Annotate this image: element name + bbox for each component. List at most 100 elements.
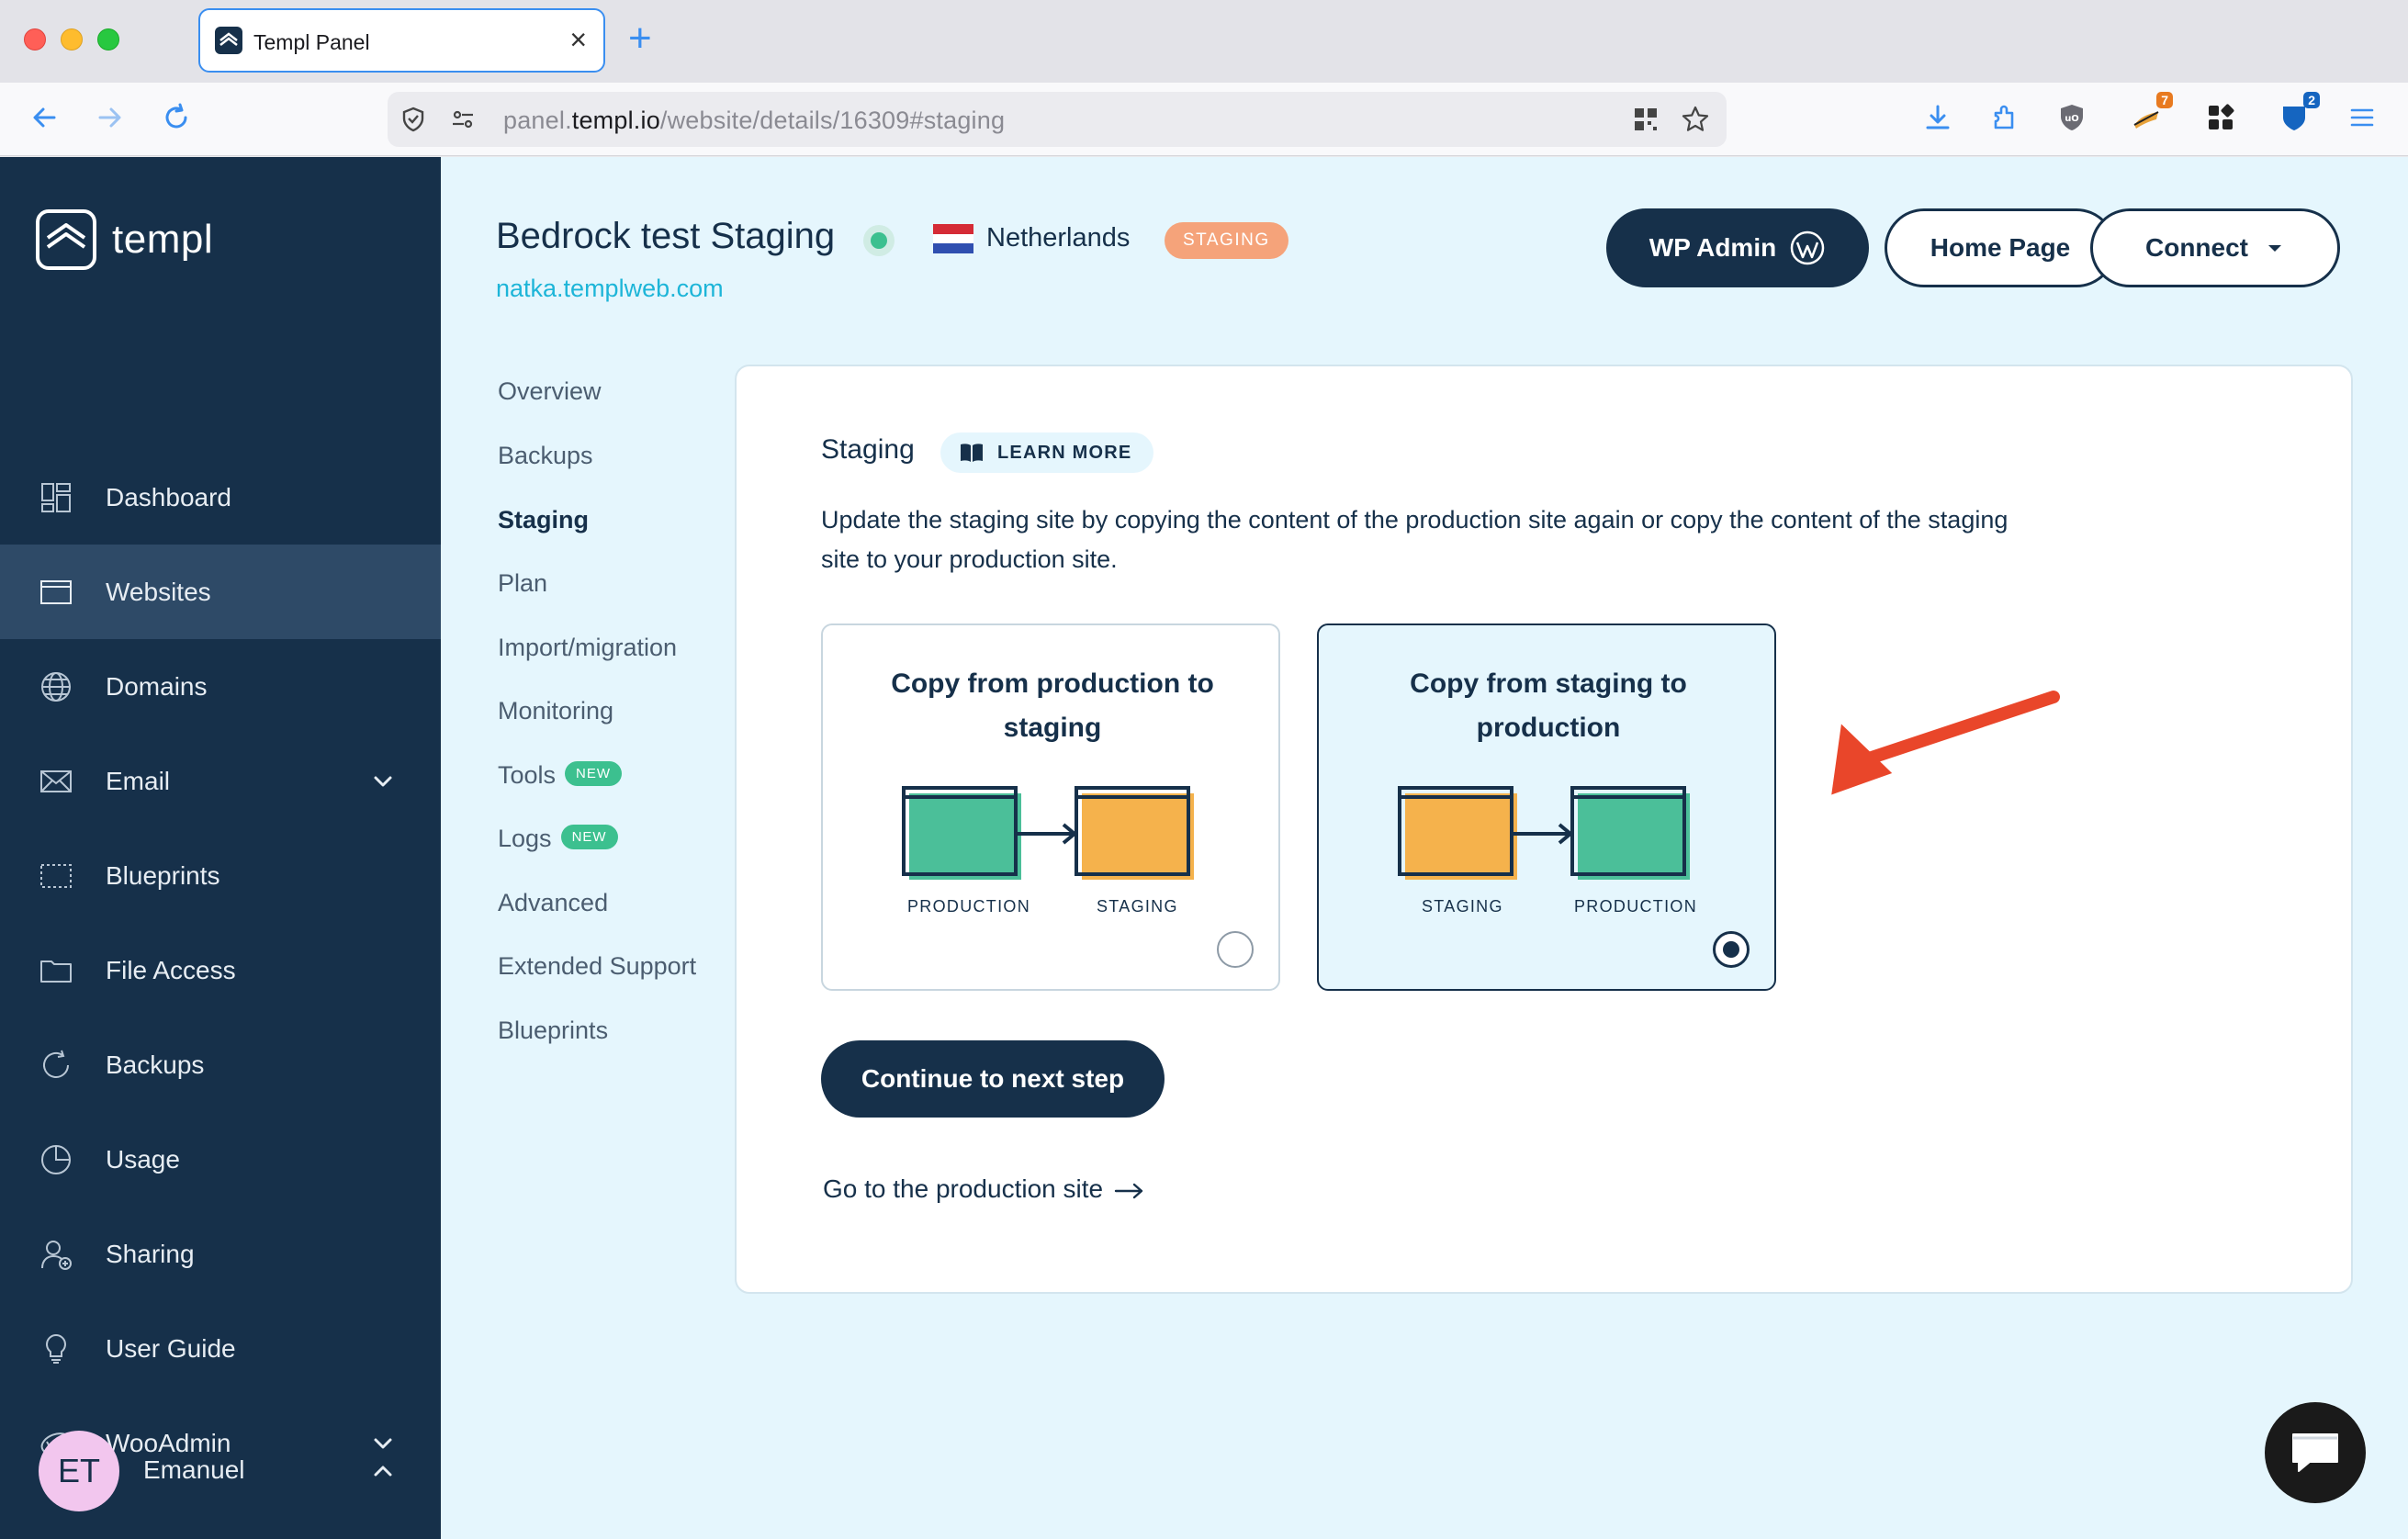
status-badge: STAGING bbox=[1165, 222, 1288, 259]
sidebar-item-label: Usage bbox=[106, 1144, 180, 1174]
extensions-puzzle-icon[interactable] bbox=[1984, 97, 2024, 138]
subnav-tools[interactable]: Tools NEW bbox=[498, 761, 623, 790]
netherlands-flag-icon bbox=[933, 224, 973, 254]
radio-button[interactable] bbox=[1217, 931, 1254, 968]
new-badge: NEW bbox=[565, 761, 623, 787]
zoom-window-button[interactable] bbox=[97, 28, 119, 51]
subnav-label: Staging bbox=[498, 506, 589, 534]
browser-tab[interactable]: Templ Panel × bbox=[198, 8, 605, 73]
page-title: Bedrock test Staging bbox=[496, 216, 836, 256]
learn-more-label: LEARN MORE bbox=[997, 442, 1132, 463]
address-bar[interactable]: panel.templ.io/website/details/16309#sta… bbox=[388, 92, 1727, 147]
radio-button-selected[interactable] bbox=[1713, 931, 1750, 968]
production-site-link[interactable]: Go to the production site bbox=[823, 1174, 1145, 1204]
subnav-advanced[interactable]: Advanced bbox=[498, 889, 608, 917]
close-window-button[interactable] bbox=[24, 28, 46, 51]
new-badge: NEW bbox=[560, 825, 618, 850]
sidebar-item-sharing[interactable]: Sharing bbox=[0, 1207, 441, 1301]
wordpress-icon bbox=[1790, 230, 1825, 265]
main-content: Bedrock test Staging Netherlands STAGING… bbox=[441, 157, 2408, 1539]
templ-logo-icon bbox=[36, 209, 96, 270]
chat-bubble-icon bbox=[2292, 1433, 2338, 1472]
option-title: Copy from staging to production bbox=[1410, 668, 1687, 743]
continue-button[interactable]: Continue to next step bbox=[821, 1040, 1165, 1118]
subnav-label: Tools bbox=[498, 761, 557, 789]
sidebar-item-label: Blueprints bbox=[106, 860, 220, 890]
ublock-shield-icon[interactable]: uO bbox=[2052, 97, 2092, 138]
learn-more-button[interactable]: LEARN MORE bbox=[940, 432, 1154, 473]
option-copy-production-to-staging[interactable]: Copy from production to staging PRODUCTI… bbox=[821, 623, 1280, 991]
apps-grid-icon[interactable] bbox=[2200, 97, 2241, 138]
downloads-icon[interactable] bbox=[1918, 97, 1958, 138]
subnav-label: Backups bbox=[498, 442, 593, 469]
sidebar-item-blueprints[interactable]: Blueprints bbox=[0, 828, 441, 923]
card-title: Staging bbox=[821, 434, 915, 465]
site-settings-icon[interactable] bbox=[448, 105, 478, 134]
sidebar-item-backups[interactable]: Backups bbox=[0, 1017, 441, 1112]
subnav-overview[interactable]: Overview bbox=[498, 377, 602, 406]
subnav-label: Advanced bbox=[498, 889, 609, 916]
sidebar-item-usage[interactable]: Usage bbox=[0, 1112, 441, 1207]
subnav-blueprints[interactable]: Blueprints bbox=[498, 1017, 608, 1045]
sidebar-item-email[interactable]: Email bbox=[0, 734, 441, 828]
chevron-down-icon[interactable] bbox=[369, 768, 397, 795]
sidebar-item-label: Backups bbox=[106, 1050, 205, 1079]
reload-icon[interactable] bbox=[154, 95, 198, 140]
sidebar-item-user-guide[interactable]: User Guide bbox=[0, 1301, 441, 1396]
subnav-label: Overview bbox=[498, 377, 602, 405]
connect-dropdown-button[interactable]: Connect bbox=[2090, 208, 2340, 287]
production-link-label: Go to the production site bbox=[823, 1174, 1104, 1203]
browser-window-icon bbox=[39, 575, 73, 610]
svg-text:uO: uO bbox=[2065, 114, 2079, 124]
sidebar-item-websites[interactable]: Websites bbox=[0, 545, 441, 639]
subnav-logs[interactable]: Logs NEW bbox=[498, 825, 618, 853]
subnav-import-migration[interactable]: Import/migration bbox=[498, 634, 677, 662]
ink-extension-icon[interactable]: 7 bbox=[2127, 92, 2173, 138]
tab-close-icon[interactable]: × bbox=[569, 23, 587, 56]
sidebar-item-label: File Access bbox=[106, 955, 236, 984]
qr-code-icon[interactable] bbox=[1631, 105, 1660, 134]
dotted-rect-icon bbox=[39, 859, 73, 893]
card-description: Update the staging site by copying the c… bbox=[821, 506, 2009, 573]
diagram-label-from: PRODUCTION bbox=[907, 897, 1030, 916]
option-copy-staging-to-production[interactable]: Copy from staging to production STAGING … bbox=[1317, 623, 1776, 991]
templ-favicon-icon bbox=[215, 27, 242, 54]
dashboard-icon bbox=[39, 480, 73, 515]
staging-card: Staging LEARN MORE Update the staging si… bbox=[735, 365, 2353, 1294]
sidebar-item-label: Email bbox=[106, 766, 171, 795]
subnav-plan[interactable]: Plan bbox=[498, 569, 547, 598]
subnav-label: Extended Support bbox=[498, 952, 697, 980]
minimize-window-button[interactable] bbox=[61, 28, 83, 51]
site-domain-link[interactable]: natka.templweb.com bbox=[496, 275, 724, 303]
chat-support-button[interactable] bbox=[2265, 1402, 2366, 1503]
home-page-button[interactable]: Home Page bbox=[1885, 208, 2116, 287]
user-plus-icon bbox=[39, 1237, 73, 1272]
sidebar: templ Dashboard Websites Domains Email B… bbox=[0, 157, 441, 1539]
option-title: Copy from production to staging bbox=[891, 668, 1214, 743]
new-tab-button[interactable]: + bbox=[628, 18, 652, 59]
subnav-extended-support[interactable]: Extended Support bbox=[498, 952, 696, 981]
subnav-monitoring[interactable]: Monitoring bbox=[498, 697, 613, 725]
browser-nav-bar: panel.templ.io/website/details/16309#sta… bbox=[0, 83, 2408, 156]
forward-arrow-icon[interactable] bbox=[88, 95, 132, 140]
hamburger-menu-icon[interactable] bbox=[2342, 97, 2382, 138]
sidebar-item-dashboard[interactable]: Dashboard bbox=[0, 450, 441, 545]
subnav-backups[interactable]: Backups bbox=[498, 442, 593, 470]
wp-admin-button[interactable]: WP Admin bbox=[1606, 208, 1869, 287]
sidebar-item-label: Websites bbox=[106, 577, 211, 606]
extension-badge-count: 7 bbox=[2156, 92, 2173, 108]
continue-label: Continue to next step bbox=[861, 1064, 1125, 1093]
sidebar-item-file-access[interactable]: File Access bbox=[0, 923, 441, 1017]
templ-logo[interactable]: templ bbox=[35, 208, 213, 271]
user-menu[interactable]: ET Emanuel bbox=[39, 1430, 406, 1512]
bookmark-star-icon[interactable] bbox=[1681, 105, 1710, 134]
chevron-up-icon[interactable] bbox=[369, 1457, 397, 1485]
globe-icon bbox=[39, 669, 73, 704]
lightbulb-icon bbox=[39, 1331, 73, 1366]
subnav-staging[interactable]: Staging bbox=[498, 506, 589, 534]
shield-icon[interactable] bbox=[399, 105, 428, 134]
password-manager-icon[interactable]: 2 bbox=[2274, 92, 2320, 138]
sidebar-item-domains[interactable]: Domains bbox=[0, 639, 441, 734]
subnav-label: Import/migration bbox=[498, 634, 678, 661]
back-arrow-icon[interactable] bbox=[22, 95, 66, 140]
